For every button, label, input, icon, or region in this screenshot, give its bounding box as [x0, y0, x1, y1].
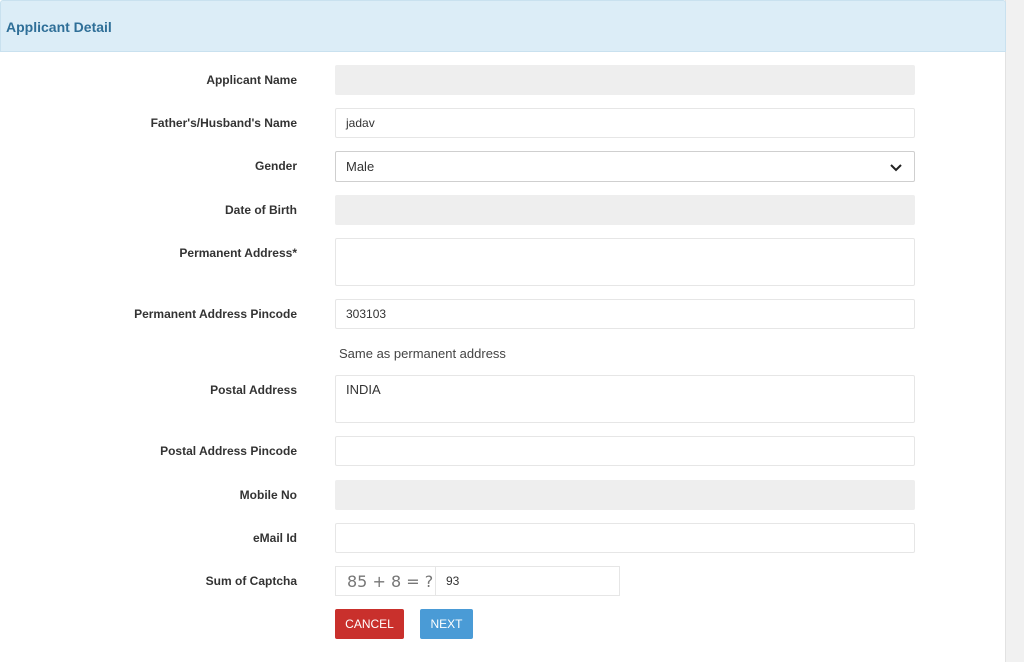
same-as-permanent-address-label[interactable]: Same as permanent address	[339, 346, 506, 361]
postal-address-label: Postal Address	[210, 383, 297, 397]
permanent-pincode-field[interactable]: 303103	[335, 299, 915, 329]
father-name-field[interactable]: jadav	[335, 108, 915, 138]
chevron-down-icon	[890, 163, 902, 171]
mobile-field[interactable]	[335, 480, 915, 510]
postal-address-textarea[interactable]: INDIA	[335, 375, 915, 423]
postal-pincode-label: Postal Address Pincode	[160, 444, 297, 458]
captcha-answer-input[interactable]: 93	[436, 567, 619, 595]
email-label: eMail Id	[252, 531, 297, 545]
father-name-label: Father's/Husband's Name	[150, 116, 297, 130]
mobile-label: Mobile No	[239, 488, 297, 502]
captcha-group: 85 + 8 = ? 93	[335, 566, 620, 596]
postal-pincode-field[interactable]	[335, 436, 915, 466]
dob-field[interactable]	[335, 195, 915, 225]
cancel-button[interactable]: CANCEL	[335, 609, 404, 639]
gender-label: Gender	[254, 159, 297, 173]
dob-label: Date of Birth	[225, 203, 297, 217]
permanent-pincode-label: Permanent Address Pincode	[134, 307, 297, 321]
gender-selected-value: Male	[346, 159, 375, 174]
email-field[interactable]	[335, 523, 915, 553]
applicant-name-label: Applicant Name	[206, 73, 297, 87]
applicant-name-field[interactable]	[335, 65, 915, 95]
captcha-question: 85 + 8 = ?	[336, 567, 436, 595]
gender-select[interactable]: Male	[335, 151, 915, 182]
permanent-address-textarea[interactable]	[335, 238, 915, 286]
permanent-address-label: Permanent Address*	[179, 246, 297, 260]
applicant-detail-panel: Applicant Detail Applicant Name Father's…	[0, 0, 1006, 662]
next-button[interactable]: NEXT	[420, 609, 473, 639]
panel-title: Applicant Detail	[6, 19, 112, 35]
captcha-label: Sum of Captcha	[205, 574, 297, 588]
panel-header: Applicant Detail	[0, 0, 1006, 52]
